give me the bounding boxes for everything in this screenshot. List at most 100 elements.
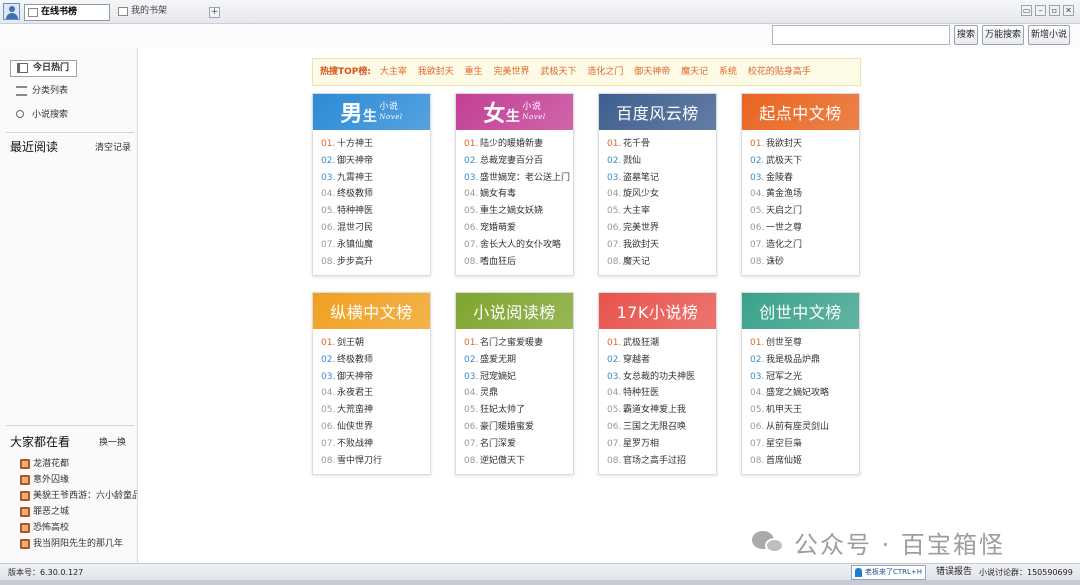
ranking-item[interactable]: 07. 舍长大人的女仆攻略 (464, 237, 573, 254)
ranking-item[interactable]: 01. 创世至尊 (750, 335, 859, 352)
hot-keyword[interactable]: 大主宰 (380, 67, 407, 77)
ranking-item[interactable]: 07. 星空巨枭 (750, 436, 859, 453)
ranking-item[interactable]: 03. 九霄神王 (321, 170, 430, 187)
ranking-card-header[interactable]: 创世中文榜 (742, 293, 859, 329)
ranking-item[interactable]: 03. 盛世嫡宠：老公送上门 (464, 170, 573, 187)
ranking-card-header[interactable]: 纵横中文榜 (313, 293, 430, 329)
ranking-item[interactable]: 01. 十方神王 (321, 136, 430, 153)
add-novel-button[interactable]: 新增小说 (1028, 25, 1070, 45)
ranking-item[interactable]: 06. 一世之尊 (750, 220, 859, 237)
ranking-card-header[interactable]: 17K小说榜 (599, 293, 716, 329)
minimize-button[interactable]: – (1035, 5, 1046, 16)
ranking-item[interactable]: 08. 首席仙姬 (750, 453, 859, 470)
ranking-item[interactable]: 07. 名门深爱 (464, 436, 573, 453)
close-button[interactable]: ✕ (1063, 5, 1074, 16)
ranking-item[interactable]: 08. 官场之高手过招 (607, 453, 716, 470)
ranking-item[interactable]: 05. 大主宰 (607, 203, 716, 220)
ranking-item[interactable]: 02. 武极天下 (750, 153, 859, 170)
ranking-item[interactable]: 03. 冠军之光 (750, 369, 859, 386)
ranking-item[interactable]: 08. 雪中悍刀行 (321, 453, 430, 470)
ranking-item[interactable]: 08. 步步高升 (321, 254, 430, 271)
ranking-item[interactable]: 03. 御天神帝 (321, 369, 430, 386)
ranking-item[interactable]: 05. 天启之门 (750, 203, 859, 220)
ranking-item[interactable]: 07. 永镇仙魔 (321, 237, 430, 254)
hot-keyword[interactable]: 我欲封天 (418, 67, 454, 77)
ranking-item[interactable]: 01. 我欲封天 (750, 136, 859, 153)
ranking-item[interactable]: 03. 盗墓笔记 (607, 170, 716, 187)
search-button[interactable]: 搜索 (954, 25, 978, 45)
ranking-item[interactable]: 04. 终极教师 (321, 186, 430, 203)
ranking-card-header[interactable]: 百度风云榜 (599, 94, 716, 130)
hot-keyword[interactable]: 武极天下 (540, 67, 576, 77)
user-avatar-icon[interactable] (3, 3, 20, 20)
ranking-item[interactable]: 05. 狂妃太帅了 (464, 402, 573, 419)
ranking-item[interactable]: 07. 造化之门 (750, 237, 859, 254)
ranking-item[interactable]: 03. 女总裁的功夫神医 (607, 369, 716, 386)
ranking-item[interactable]: 06. 仙侠世界 (321, 419, 430, 436)
list-item[interactable]: 罪恶之城 (19, 504, 137, 520)
ranking-card-header[interactable]: 女生小说 Novel (456, 94, 573, 130)
hot-keyword[interactable]: 重生 (465, 67, 483, 77)
ranking-item[interactable]: 04. 盛宠之嫡妃攻略 (750, 385, 859, 402)
add-tab-button[interactable]: + (209, 7, 220, 18)
ranking-item[interactable]: 02. 总裁宠妻百分百 (464, 153, 573, 170)
ranking-card-header[interactable]: 起点中文榜 (742, 94, 859, 130)
clear-history-link[interactable]: 清空记录 (95, 140, 131, 153)
ranking-card-header[interactable]: 小说阅读榜 (456, 293, 573, 329)
ranking-item[interactable]: 01. 陆少的暖婚新妻 (464, 136, 573, 153)
sidebar-item-novel-search[interactable]: 小说搜索 (10, 108, 68, 125)
hot-keyword[interactable]: 完美世界 (494, 67, 530, 77)
ranking-item[interactable]: 07. 星罗万相 (607, 436, 716, 453)
ranking-item[interactable]: 01. 武极狂潮 (607, 335, 716, 352)
hot-keyword[interactable]: 魔天记 (681, 67, 708, 77)
ranking-item[interactable]: 02. 盛爱无期 (464, 352, 573, 369)
sidebar-item-today-hot[interactable]: 今日热门 (10, 60, 77, 77)
ranking-item[interactable]: 06. 从前有座灵剑山 (750, 419, 859, 436)
ranking-item[interactable]: 02. 我是极品炉鼎 (750, 352, 859, 369)
ranking-item[interactable]: 05. 特种神医 (321, 203, 430, 220)
ranking-item[interactable]: 05. 大荒蛮神 (321, 402, 430, 419)
ranking-item[interactable]: 01. 花千骨 (607, 136, 716, 153)
refresh-popular-link[interactable]: 换一换 (99, 435, 126, 448)
hot-keyword[interactable]: 校花的贴身高手 (748, 67, 811, 77)
list-item[interactable]: 美貌王爷西游：六小龄童品 (19, 488, 137, 504)
ranking-item[interactable]: 02. 穿越者 (607, 352, 716, 369)
boss-key-button[interactable]: 老板来了CTRL+H (851, 565, 927, 580)
ranking-item[interactable]: 04. 旋风少女 (607, 186, 716, 203)
ranking-item[interactable]: 05. 重生之嫡女妖娆 (464, 203, 573, 220)
ranking-item[interactable]: 02. 终极教师 (321, 352, 430, 369)
hot-keyword[interactable]: 系统 (719, 67, 737, 77)
skin-button[interactable]: ▭ (1021, 5, 1032, 16)
tab-online-rank[interactable]: 在线书榜 (24, 4, 110, 21)
ranking-item[interactable]: 06. 宠婚萌爱 (464, 220, 573, 237)
list-item[interactable]: 恐怖高校 (19, 520, 137, 536)
ranking-item[interactable]: 08. 嗜血狂后 (464, 254, 573, 271)
ranking-item[interactable]: 06. 三国之无限召唤 (607, 419, 716, 436)
universal-search-button[interactable]: 万能搜索 (982, 25, 1024, 45)
ranking-item[interactable]: 04. 灵鼎 (464, 385, 573, 402)
ranking-item[interactable]: 07. 我欲封天 (607, 237, 716, 254)
ranking-item[interactable]: 05. 机甲天王 (750, 402, 859, 419)
ranking-item[interactable]: 04. 特种狂医 (607, 385, 716, 402)
hot-keyword[interactable]: 造化之门 (587, 67, 623, 77)
ranking-item[interactable]: 03. 金陵春 (750, 170, 859, 187)
tab-my-shelf[interactable]: 我的书架 (115, 4, 205, 21)
ranking-item[interactable]: 04. 黄金渔场 (750, 186, 859, 203)
ranking-item[interactable]: 02. 御天神帝 (321, 153, 430, 170)
ranking-item[interactable]: 08. 魔天记 (607, 254, 716, 271)
ranking-item[interactable]: 08. 逆妃傲天下 (464, 453, 573, 470)
ranking-item[interactable]: 02. 戮仙 (607, 153, 716, 170)
ranking-item[interactable]: 08. 诛砂 (750, 254, 859, 271)
sidebar-item-category-list[interactable]: 分类列表 (10, 84, 68, 101)
ranking-item[interactable]: 06. 豪门暖婚蜜爱 (464, 419, 573, 436)
ranking-item[interactable]: 07. 不败战神 (321, 436, 430, 453)
ranking-item[interactable]: 01. 名门之蜜爱暖妻 (464, 335, 573, 352)
list-item[interactable]: 我当阴阳先生的那几年 (19, 536, 137, 552)
maximize-button[interactable]: ▫ (1049, 5, 1060, 16)
hot-keyword[interactable]: 御天神帝 (634, 67, 670, 77)
ranking-item[interactable]: 05. 霸道女神爱上我 (607, 402, 716, 419)
list-item[interactable]: 龙潜花都 (19, 456, 137, 472)
search-input[interactable] (772, 25, 950, 45)
list-item[interactable]: 意外囚缘 (19, 472, 137, 488)
error-report-link[interactable]: 错误报告 (936, 564, 972, 581)
